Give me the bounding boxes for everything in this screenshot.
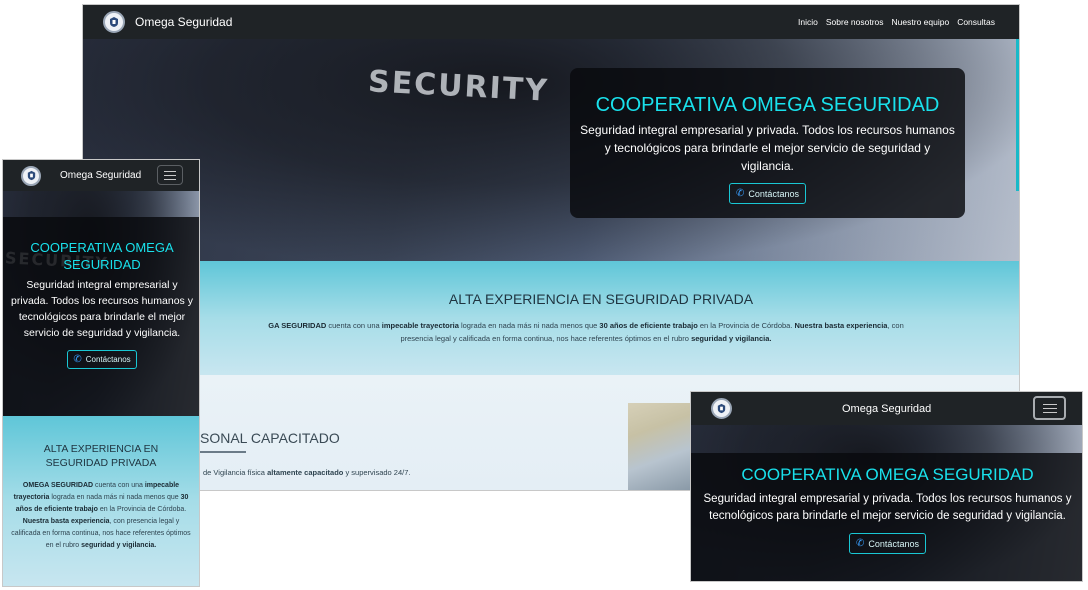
contact-button-label: Contáctanos xyxy=(868,538,919,549)
hero-overlay: COOPERATIVA OMEGA SEGURIDAD Seguridad in… xyxy=(3,217,199,416)
experience-text-part: seguridad y vigilancia. xyxy=(691,334,772,343)
desktop-hero: SECURITY COOPERATIVA OMEGA SEGURIDAD Seg… xyxy=(83,39,1019,261)
experience-title: ALTA EXPERIENCIA EN SEGURIDAD PRIVADA xyxy=(43,443,159,469)
navbar-brand[interactable]: Omega Seguridad xyxy=(135,15,232,29)
hero-bg-word: SECURITY xyxy=(367,64,550,109)
experience-text-part: impecable trayectoria xyxy=(381,321,459,330)
contact-button[interactable]: ✆ Contáctanos xyxy=(729,183,806,204)
hero-text: Seguridad integral empresarial y privada… xyxy=(580,123,955,173)
hero-text: Seguridad integral empresarial y privada… xyxy=(11,279,193,339)
experience-text-part: en la Provincia de Córdoba. xyxy=(697,321,795,330)
experience-text-part: en la Provincia de Córdoba. xyxy=(97,506,187,513)
experience-text-part: GA SEGURIDAD xyxy=(268,321,327,330)
staff-text-part: y supervisado 24/7. xyxy=(343,468,411,477)
contact-button[interactable]: ✆ Contáctanos xyxy=(849,533,926,554)
nav-link-inicio[interactable]: Inicio xyxy=(798,17,818,27)
nav-link-sobre-nosotros[interactable]: Sobre nosotros xyxy=(826,17,884,27)
nav-link-nuestro-equipo[interactable]: Nuestro equipo xyxy=(892,17,950,27)
phone-icon: ✆ xyxy=(736,188,745,199)
mobile-experience-section: ALTA EXPERIENCIA EN SEGURIDAD PRIVADA OM… xyxy=(3,416,199,586)
tablet-navbar: Omega Seguridad xyxy=(691,392,1082,425)
experience-text-part: Nuestra basta experiencia xyxy=(794,321,888,330)
experience-text-part: OMEGA SEGURIDAD xyxy=(22,482,94,489)
staff-text: de Vigilancia física altamente capacitad… xyxy=(203,468,410,477)
staff-text-part: de Vigilancia física xyxy=(203,468,268,477)
logo-icon[interactable] xyxy=(21,165,41,186)
mobile-navbar: Omega Seguridad xyxy=(3,160,199,191)
hero-title: COOPERATIVA OMEGA SEGURIDAD xyxy=(741,465,1034,484)
desktop-experience-section: ALTA EXPERIENCIA EN SEGURIDAD PRIVADA GA… xyxy=(83,261,1019,375)
desktop-navbar: Omega Seguridad Inicio Sobre nosotros Nu… xyxy=(83,5,1019,39)
experience-text-part: , con xyxy=(887,321,904,330)
experience-text: GA SEGURIDAD cuenta con una impecable tr… xyxy=(153,319,1019,345)
hero-text: Seguridad integral empresarial y privada… xyxy=(703,493,1072,522)
navbar-brand[interactable]: Omega Seguridad xyxy=(60,170,141,181)
experience-text-part: lograda en nada más ni nada menos que xyxy=(49,494,181,501)
experience-text-part: seguridad y vigilancia. xyxy=(81,542,157,549)
hero-overlay: COOPERATIVA OMEGA SEGURIDAD Seguridad in… xyxy=(570,68,965,218)
phone-icon: ✆ xyxy=(73,354,82,365)
experience-text-part: presencia legal y calificada en forma co… xyxy=(400,334,692,343)
navbar-brand[interactable]: Omega Seguridad xyxy=(842,403,931,415)
nav-link-consultas[interactable]: Consultas xyxy=(957,17,995,27)
experience-text: OMEGA SEGURIDAD cuenta con una impecable… xyxy=(11,480,191,552)
logo-icon[interactable] xyxy=(103,11,125,33)
staff-text-part: altamente capacitado xyxy=(267,468,344,477)
mobile-preview: Omega Seguridad SECURITY COOPERATIVA OME… xyxy=(2,159,200,587)
experience-text-part: Nuestra basta experiencia xyxy=(22,518,110,525)
experience-text-part: cuenta con una xyxy=(326,321,382,330)
contact-button-label: Contáctanos xyxy=(748,188,799,199)
logo-icon[interactable] xyxy=(711,398,732,419)
tablet-hero: COOPERATIVA OMEGA SEGURIDAD Seguridad in… xyxy=(691,425,1082,581)
experience-text-part: cuenta con una xyxy=(93,482,145,489)
staff-title-underline xyxy=(200,451,246,453)
phone-icon: ✆ xyxy=(856,538,865,549)
staff-title: SONAL CAPACITADO xyxy=(200,430,340,446)
hamburger-menu-button[interactable] xyxy=(157,165,183,185)
scrollbar-accent[interactable] xyxy=(1016,39,1019,191)
contact-button[interactable]: ✆ Contáctanos xyxy=(67,350,137,369)
experience-text-part: 30 años de eficiente trabajo xyxy=(599,321,698,330)
contact-button-label: Contáctanos xyxy=(85,355,131,364)
tablet-preview: Omega Seguridad COOPERATIVA OMEGA SEGURI… xyxy=(690,391,1083,582)
hero-title: COOPERATIVA OMEGA SEGURIDAD xyxy=(30,240,174,272)
experience-title: ALTA EXPERIENCIA EN SEGURIDAD PRIVADA xyxy=(448,291,754,307)
hero-overlay: COOPERATIVA OMEGA SEGURIDAD Seguridad in… xyxy=(691,453,1082,581)
hamburger-menu-button[interactable] xyxy=(1033,396,1066,420)
experience-text-part: lograda en nada más ni nada menos que xyxy=(458,321,600,330)
staff-photo xyxy=(628,403,693,490)
mobile-hero: SECURITY COOPERATIVA OMEGA SEGURIDAD Seg… xyxy=(3,191,199,416)
hero-title: COOPERATIVA OMEGA SEGURIDAD xyxy=(595,94,940,116)
